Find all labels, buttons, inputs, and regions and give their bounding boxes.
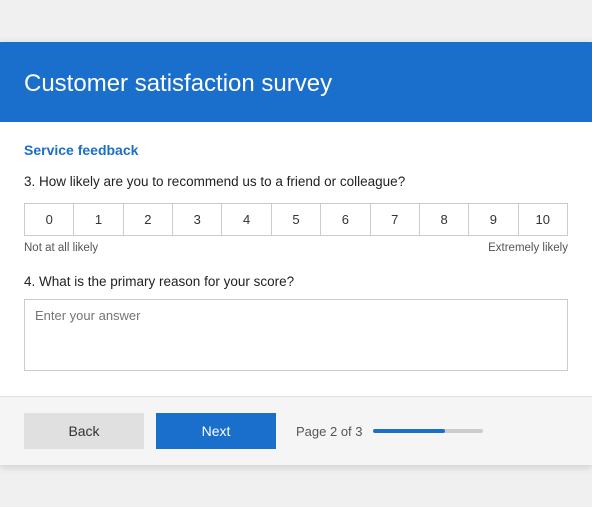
progress-bar-background [373, 429, 483, 433]
back-button[interactable]: Back [24, 413, 144, 449]
survey-footer: Back Next Page 2 of 3 [0, 396, 592, 465]
next-button[interactable]: Next [156, 413, 276, 449]
rating-4[interactable]: 4 [222, 204, 271, 235]
page-label: Page 2 of 3 [296, 424, 363, 439]
rating-labels: Not at all likely Extremely likely [24, 242, 568, 254]
rating-1[interactable]: 1 [74, 204, 123, 235]
progress-bar-fill [373, 429, 446, 433]
rating-scale: 0 1 2 3 4 5 6 7 8 9 10 [24, 203, 568, 236]
answer-textarea[interactable] [24, 299, 568, 371]
question-4-text: 4. What is the primary reason for your s… [24, 274, 568, 289]
survey-container: Customer satisfaction survey Service fee… [0, 42, 592, 465]
rating-2[interactable]: 2 [124, 204, 173, 235]
rating-9[interactable]: 9 [469, 204, 518, 235]
rating-7[interactable]: 7 [371, 204, 420, 235]
rating-8[interactable]: 8 [420, 204, 469, 235]
section-title: Service feedback [24, 142, 568, 158]
rating-10[interactable]: 10 [519, 204, 567, 235]
rating-label-right: Extremely likely [488, 242, 568, 254]
survey-body: Service feedback 3. How likely are you t… [0, 122, 592, 376]
rating-3[interactable]: 3 [173, 204, 222, 235]
rating-label-left: Not at all likely [24, 242, 98, 254]
survey-title: Customer satisfaction survey [24, 70, 568, 98]
survey-header: Customer satisfaction survey [0, 42, 592, 122]
rating-5[interactable]: 5 [272, 204, 321, 235]
question-3-text: 3. How likely are you to recommend us to… [24, 174, 568, 189]
rating-0[interactable]: 0 [25, 204, 74, 235]
rating-6[interactable]: 6 [321, 204, 370, 235]
page-indicator: Page 2 of 3 [296, 424, 483, 439]
